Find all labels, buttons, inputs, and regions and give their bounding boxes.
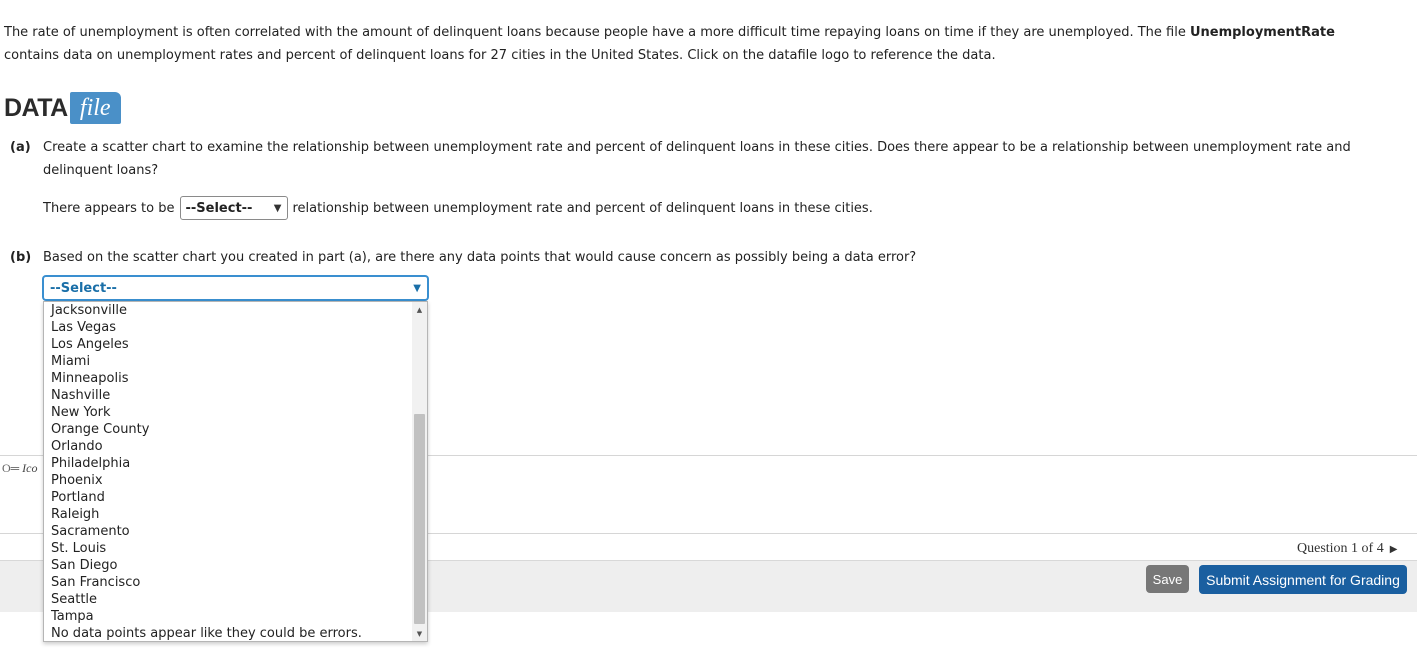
data-error-dropdown-list: Jacksonville Las Vegas Los Angeles Miami Min… xyxy=(43,301,428,642)
datafile-logo[interactable]: DATA file xyxy=(4,86,121,124)
part-a-question: Create a scatter chart to examine the re… xyxy=(43,140,1351,178)
dropdown-option[interactable]: Sacramento xyxy=(44,523,412,540)
key-legend: O═ Ico xyxy=(2,461,38,476)
intro-text-1: The rate of unemployment is often correl… xyxy=(4,25,1190,40)
dropdown-option[interactable]: Phoenix xyxy=(44,472,412,489)
dropdown-option[interactable]: Minneapolis xyxy=(44,370,412,387)
part-a-answer-row: There appears to be --Select-- ▼ relatio… xyxy=(43,196,873,220)
part-a-answer-prefix: There appears to be xyxy=(43,200,175,216)
dropdown-scrollbar[interactable]: ▲ ▼ xyxy=(412,302,427,641)
relationship-select[interactable]: --Select-- ▼ xyxy=(179,196,288,220)
part-b-question: Based on the scatter chart you created i… xyxy=(43,250,917,265)
dropdown-option[interactable]: Portland xyxy=(44,489,412,506)
dropdown-option[interactable]: Los Angeles xyxy=(44,336,412,353)
dropdown-option[interactable]: Miami xyxy=(44,353,412,370)
data-error-select-value: --Select-- xyxy=(50,280,117,296)
scroll-down-arrow-icon[interactable]: ▼ xyxy=(412,626,427,641)
submit-assignment-button[interactable]: Submit Assignment for Grading xyxy=(1199,565,1407,594)
next-arrow-icon[interactable]: ▶ xyxy=(1390,544,1398,555)
datafile-name: UnemploymentRate xyxy=(1189,25,1335,40)
key-label: Ico xyxy=(22,461,38,475)
data-error-select[interactable]: --Select-- ▼ xyxy=(43,276,428,300)
intro-text-2: contains data on unemployment rates and … xyxy=(4,48,996,63)
save-button[interactable]: Save xyxy=(1146,565,1189,593)
part-a-label: (a) xyxy=(10,140,31,155)
logo-file-folder: file xyxy=(69,92,121,124)
dropdown-option[interactable]: Jacksonville xyxy=(44,302,412,319)
dropdown-option[interactable]: Tampa xyxy=(44,608,412,625)
part-b-label: (b) xyxy=(10,250,32,265)
scroll-thumb[interactable] xyxy=(414,414,425,624)
dropdown-option[interactable]: Philadelphia xyxy=(44,455,412,472)
dropdown-option[interactable]: No data points appear like they could be… xyxy=(44,625,412,641)
dropdown-option[interactable]: San Francisco xyxy=(44,574,412,591)
key-icon: O═ xyxy=(2,461,20,475)
dropdown-option[interactable]: Seattle xyxy=(44,591,412,608)
dropdown-option[interactable]: Raleigh xyxy=(44,506,412,523)
dropdown-options: Jacksonville Las Vegas Los Angeles Miami Min… xyxy=(44,302,412,641)
relationship-select-value: --Select-- xyxy=(185,200,253,216)
dropdown-option[interactable]: San Diego xyxy=(44,557,412,574)
dropdown-option[interactable]: New York xyxy=(44,404,412,421)
chevron-down-icon: ▼ xyxy=(273,202,282,214)
dropdown-option[interactable]: Orlando xyxy=(44,438,412,455)
problem-intro: The rate of unemployment is often correl… xyxy=(4,21,1394,67)
part-a-answer-suffix: relationship between unemployment rate a… xyxy=(292,200,873,216)
logo-data-text: DATA xyxy=(4,94,68,122)
question-navigation[interactable]: Question 1 of 4 ▶ xyxy=(1297,541,1397,557)
dropdown-option[interactable]: Las Vegas xyxy=(44,319,412,336)
dropdown-option[interactable]: Orange County xyxy=(44,421,412,438)
question-counter: Question 1 of 4 xyxy=(1297,541,1384,556)
chevron-down-icon: ▼ xyxy=(413,282,421,294)
dropdown-option[interactable]: Nashville xyxy=(44,387,412,404)
scroll-up-arrow-icon[interactable]: ▲ xyxy=(412,302,427,317)
dropdown-option[interactable]: St. Louis xyxy=(44,540,412,557)
